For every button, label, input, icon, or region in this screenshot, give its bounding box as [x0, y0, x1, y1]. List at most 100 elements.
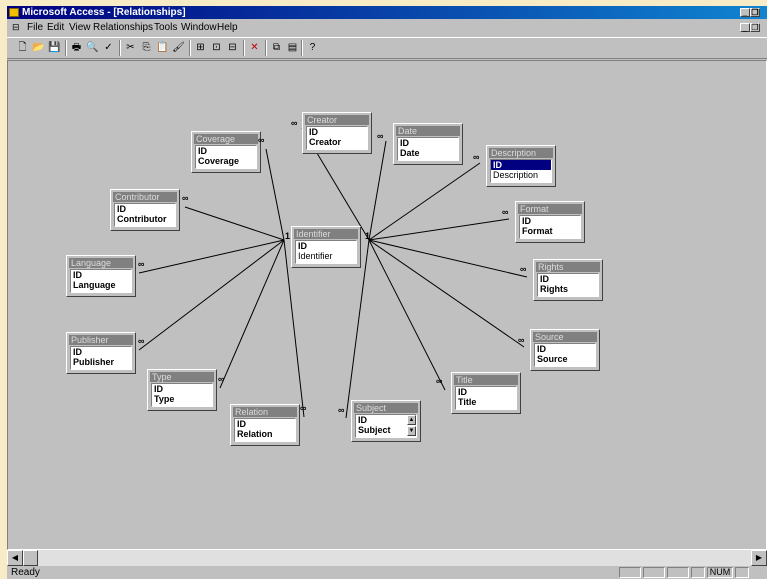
delete-icon[interactable]: ✕: [247, 40, 262, 55]
table-title[interactable]: Date: [396, 126, 460, 136]
field-list[interactable]: ID Source: [534, 343, 596, 367]
field-list[interactable]: ID Description: [490, 159, 552, 183]
relationship-line[interactable]: [368, 239, 446, 391]
field-item[interactable]: Format: [520, 226, 580, 236]
field-item[interactable]: Identifier: [296, 251, 356, 261]
field-list[interactable]: ID Creator: [306, 126, 368, 150]
table-date[interactable]: Date ID Date: [393, 123, 463, 165]
field-item[interactable]: ID: [538, 274, 598, 284]
field-item[interactable]: Date: [398, 148, 458, 158]
field-item[interactable]: ID: [520, 216, 580, 226]
new-object-icon[interactable]: ▤: [285, 40, 300, 55]
menu-file[interactable]: File: [27, 22, 43, 33]
field-list[interactable]: ID Rights: [537, 273, 599, 297]
field-item[interactable]: ID: [196, 146, 256, 156]
field-item[interactable]: ID: [307, 127, 367, 137]
scroll-up-icon[interactable]: ▲: [407, 415, 416, 425]
table-title[interactable]: Subject: [354, 403, 418, 413]
field-item[interactable]: ID: [456, 387, 516, 397]
table-title[interactable]: Description: [489, 148, 553, 158]
cut-icon[interactable]: ✂: [123, 40, 138, 55]
table-rights[interactable]: Rights ID Rights: [533, 259, 603, 301]
table-language[interactable]: Language ID Language: [66, 255, 136, 297]
table-title[interactable]: Title ID Title: [451, 372, 521, 414]
database-window-icon[interactable]: ⧉: [269, 40, 284, 55]
show-table-icon[interactable]: ⊞: [193, 40, 208, 55]
table-title[interactable]: Source: [533, 332, 597, 342]
scroll-left-icon[interactable]: ◀: [7, 550, 23, 566]
field-list[interactable]: ID Type: [151, 383, 213, 407]
relationship-line[interactable]: [368, 162, 481, 241]
field-item[interactable]: ID: [398, 138, 458, 148]
field-item[interactable]: ID: [71, 270, 131, 280]
relationship-line[interactable]: [184, 206, 285, 241]
table-title[interactable]: Format: [518, 204, 582, 214]
field-item[interactable]: ID: [235, 419, 295, 429]
table-type[interactable]: Type ID Type: [147, 369, 217, 411]
table-title[interactable]: Relation: [233, 407, 297, 417]
field-item[interactable]: Creator: [307, 137, 367, 147]
field-item[interactable]: Publisher: [71, 357, 131, 367]
scroll-thumb[interactable]: [23, 550, 38, 566]
open-icon[interactable]: 📂: [31, 40, 46, 55]
field-list[interactable]: ID Language: [70, 269, 132, 293]
doc-minimize-icon[interactable]: _: [740, 23, 750, 32]
field-item[interactable]: Description: [491, 170, 551, 180]
field-list[interactable]: ID Publisher: [70, 346, 132, 370]
help-icon[interactable]: ?: [305, 40, 320, 55]
field-item[interactable]: ID: [152, 384, 212, 394]
table-publisher[interactable]: Publisher ID Publisher: [66, 332, 136, 374]
field-list[interactable]: ID Identifier: [295, 240, 357, 264]
field-list[interactable]: ID Relation: [234, 418, 296, 442]
print-preview-icon[interactable]: 🔍: [85, 40, 100, 55]
paste-icon[interactable]: 📋: [155, 40, 170, 55]
table-relation[interactable]: Relation ID Relation: [230, 404, 300, 446]
field-item[interactable]: Contributor: [115, 214, 175, 224]
document-icon[interactable]: ⊟: [12, 22, 20, 33]
field-item[interactable]: Type: [152, 394, 212, 404]
field-item[interactable]: ID: [535, 344, 595, 354]
table-identifier[interactable]: Identifier ID Identifier: [291, 226, 361, 268]
relationship-line[interactable]: [368, 239, 525, 348]
scroll-down-icon[interactable]: ▼: [407, 426, 416, 436]
relationship-line[interactable]: [368, 218, 510, 241]
table-title[interactable]: Creator: [305, 115, 369, 125]
table-title[interactable]: Language: [69, 258, 133, 268]
scroll-right-icon[interactable]: ▶: [751, 550, 767, 566]
table-subject[interactable]: Subject ID Subject ▲ ▼: [351, 400, 421, 442]
table-title[interactable]: Title: [454, 375, 518, 385]
field-item[interactable]: ID: [296, 241, 356, 251]
relationship-line[interactable]: [265, 148, 285, 241]
menu-view[interactable]: View: [69, 22, 91, 33]
table-contributor[interactable]: Contributor ID Contributor: [110, 189, 180, 231]
menu-help[interactable]: Help: [217, 22, 238, 33]
horizontal-scrollbar[interactable]: ◀ ▶: [7, 550, 767, 566]
table-coverage[interactable]: Coverage ID Coverage: [191, 131, 261, 173]
relationships-canvas[interactable]: Identifier ID Identifier Creator ID Creator Da…: [7, 60, 767, 550]
field-item[interactable]: Title: [456, 397, 516, 407]
table-title[interactable]: Rights: [536, 262, 600, 272]
menu-window[interactable]: Window: [181, 22, 217, 33]
field-item[interactable]: ID: [115, 204, 175, 214]
field-item[interactable]: Relation: [235, 429, 295, 439]
save-icon[interactable]: 💾: [47, 40, 62, 55]
table-creator[interactable]: Creator ID Creator: [302, 112, 372, 154]
table-format[interactable]: Format ID Format: [515, 201, 585, 243]
field-list[interactable]: ID Subject ▲ ▼: [355, 414, 417, 438]
minimize-icon[interactable]: _: [740, 8, 750, 17]
menu-edit[interactable]: Edit: [47, 22, 64, 33]
field-item[interactable]: Rights: [538, 284, 598, 294]
table-title[interactable]: Publisher: [69, 335, 133, 345]
menu-relationships[interactable]: Relationships: [93, 22, 153, 33]
table-source[interactable]: Source ID Source: [530, 329, 600, 371]
table-description[interactable]: Description ID Description: [486, 145, 556, 187]
field-list[interactable]: ID Date: [397, 137, 459, 161]
relationship-line[interactable]: [368, 140, 387, 241]
field-item[interactable]: Coverage: [196, 156, 256, 166]
format-painter-icon[interactable]: 🖌: [171, 40, 186, 55]
show-all-icon[interactable]: ⊟: [225, 40, 240, 55]
field-list[interactable]: ID Contributor: [114, 203, 176, 227]
show-direct-icon[interactable]: ⊡: [209, 40, 224, 55]
field-item[interactable]: ID: [491, 160, 551, 170]
new-icon[interactable]: 🗋: [15, 40, 30, 55]
